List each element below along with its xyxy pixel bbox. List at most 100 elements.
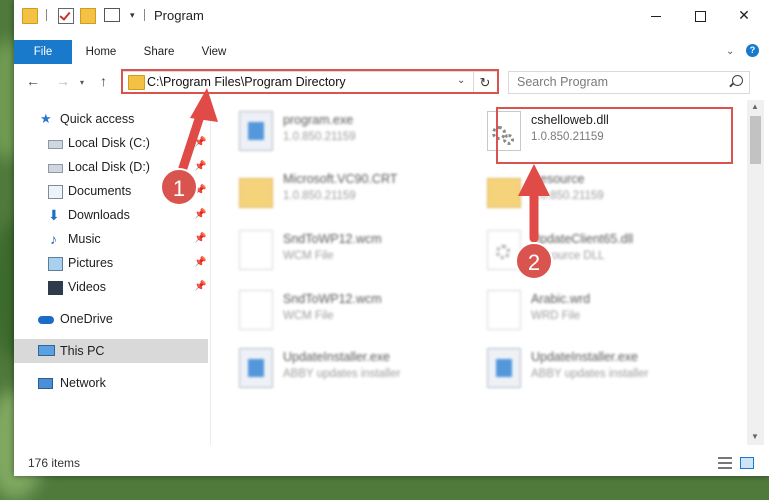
sidebar-item-videos[interactable]: Videos 📌 [14,275,208,299]
folder-icon [22,8,38,24]
title-bar: ▾ Program ✕ [14,0,769,30]
file-item[interactable]: program.exe 1.0.850.21159 [231,107,461,157]
pin-icon[interactable]: 📌 [194,203,206,227]
new-folder-icon[interactable] [80,8,96,24]
file-detail: ABBY updates installer [531,368,649,380]
navigation-bar: ← → ▾ ↑ C:\Program Files\Program Directo… [14,64,769,100]
sidebar-item-local-disk-c[interactable]: Local Disk (C:) 📌 [14,131,208,155]
tab-view[interactable]: View [192,40,236,64]
divider [144,9,145,21]
details-view-icon[interactable] [718,457,732,469]
drive-icon [48,140,63,149]
scroll-down-icon[interactable]: ▼ [751,432,759,441]
installer-icon [487,348,521,388]
tab-share[interactable]: Share [136,40,182,64]
sidebar-item-label: Videos [68,280,106,294]
search-placeholder: Search Program [517,75,609,89]
installer-icon [239,348,273,388]
sidebar-item-label: Local Disk (D:) [68,160,150,174]
step-1-badge: 1 [160,168,198,206]
file-item[interactable]: UpdateInstaller.exe ABBY updates install… [479,344,709,394]
sidebar-item-this-pc[interactable]: This PC [14,339,208,363]
sidebar-item-downloads[interactable]: ⬇ Downloads 📌 [14,203,208,227]
sidebar-item-label: Local Disk (C:) [68,136,150,150]
up-arrow-icon[interactable]: ↑ [100,73,107,89]
file-name: UpdateInstaller.exe [531,350,639,364]
file-name: SndToWP12.wcm [283,292,382,306]
tab-home[interactable]: Home [76,40,126,64]
properties-check-icon[interactable] [58,8,74,24]
close-button[interactable]: ✕ [722,0,766,30]
chevron-down-icon[interactable]: ⌄ [726,46,734,57]
pictures-icon [48,257,63,271]
file-item[interactable]: UpdateInstaller.exe ABBY updates install… [231,344,461,394]
documents-icon [48,185,63,199]
folder-icon [487,178,521,208]
refresh-icon[interactable]: ↻ [473,72,496,93]
star-icon: ★ [40,111,52,126]
scrollbar-thumb[interactable] [750,116,761,164]
help-icon[interactable]: ? [746,44,759,57]
minimize-icon [651,15,661,17]
music-icon: ♪ [50,231,57,247]
sidebar-item-label: Music [68,232,101,246]
file-item[interactable]: Microsoft.VC90.CRT 1.0.850.21159 [231,166,461,216]
sidebar-item-quick-access[interactable]: ★ Quick access [14,107,208,131]
videos-icon [48,281,63,295]
sidebar-item-label: Documents [68,184,132,198]
large-icons-view-icon[interactable] [740,457,754,469]
sidebar-item-network[interactable]: Network [14,371,208,395]
chevron-down-icon[interactable]: ▾ [130,10,135,21]
maximize-button[interactable] [678,0,722,30]
vertical-scrollbar[interactable]: ▲ ▼ [747,100,764,445]
search-input[interactable]: Search Program [508,71,750,94]
pin-icon[interactable]: 📌 [194,131,206,155]
sidebar-item-label: This PC [60,344,105,358]
file-name: UpdateClient65.dll [531,232,634,246]
window-title: Program [154,8,204,23]
sidebar-item-music[interactable]: ♪ Music 📌 [14,227,208,251]
forward-arrow-icon[interactable]: → [56,73,70,89]
scroll-up-icon[interactable]: ▲ [751,102,759,111]
sidebar-item-label: Network [60,376,106,390]
back-arrow-icon[interactable]: ← [26,73,40,89]
sidebar-item-label: Downloads [68,208,130,222]
file-name: SndToWP12.wcm [283,232,382,246]
pin-icon[interactable]: 📌 [194,155,206,179]
sidebar-item-onedrive[interactable]: OneDrive [14,307,208,331]
file-item[interactable]: Resource 1.0.850.21159 [479,166,709,216]
pin-icon[interactable]: 📌 [194,227,206,251]
file-detail: WRD File [531,310,581,322]
status-bar: 176 items [14,445,769,476]
ribbon-tabs: File Home Share View ⌄ ? [14,40,769,65]
chevron-down-icon[interactable]: ⌄ [457,75,465,86]
close-icon: ✕ [738,7,750,23]
file-detail: 1.0.850.21159 [283,190,356,202]
sidebar-item-label: Quick access [60,112,135,126]
file-name: UpdateInstaller.exe [283,350,391,364]
sidebar-item-label: Pictures [68,256,114,270]
recent-locations-chevron-icon[interactable]: ▾ [80,78,84,87]
pin-icon[interactable]: 📌 [194,251,206,275]
cloud-icon [38,316,54,324]
file-item[interactable]: Arabic.wrd WRD File [479,286,709,336]
minimize-button[interactable] [634,0,678,30]
pin-icon[interactable]: 📌 [194,275,206,299]
computer-icon [38,345,55,356]
file-detail: WCM File [283,310,334,322]
file-item[interactable]: SndToWP12.wcm WCM File [231,226,461,276]
tab-file[interactable]: File [14,40,72,64]
search-icon[interactable] [732,75,743,86]
customize-icon[interactable] [104,8,120,22]
address-path[interactable]: C:\Program Files\Program Directory [147,75,346,89]
navigation-pane: ★ Quick access Local Disk (C:) 📌 Local D… [14,100,211,445]
file-icon [487,290,521,330]
sidebar-item-pictures[interactable]: Pictures 📌 [14,251,208,275]
address-bar[interactable]: C:\Program Files\Program Directory ⌄ ↻ [122,71,498,94]
divider [46,9,47,21]
file-detail: WCM File [283,250,334,262]
file-icon [239,290,273,330]
file-item[interactable]: UpdateClient65.dll Resource DLL [479,226,709,276]
file-item[interactable]: SndToWP12.wcm WCM File [231,286,461,336]
file-highlight [496,107,733,164]
